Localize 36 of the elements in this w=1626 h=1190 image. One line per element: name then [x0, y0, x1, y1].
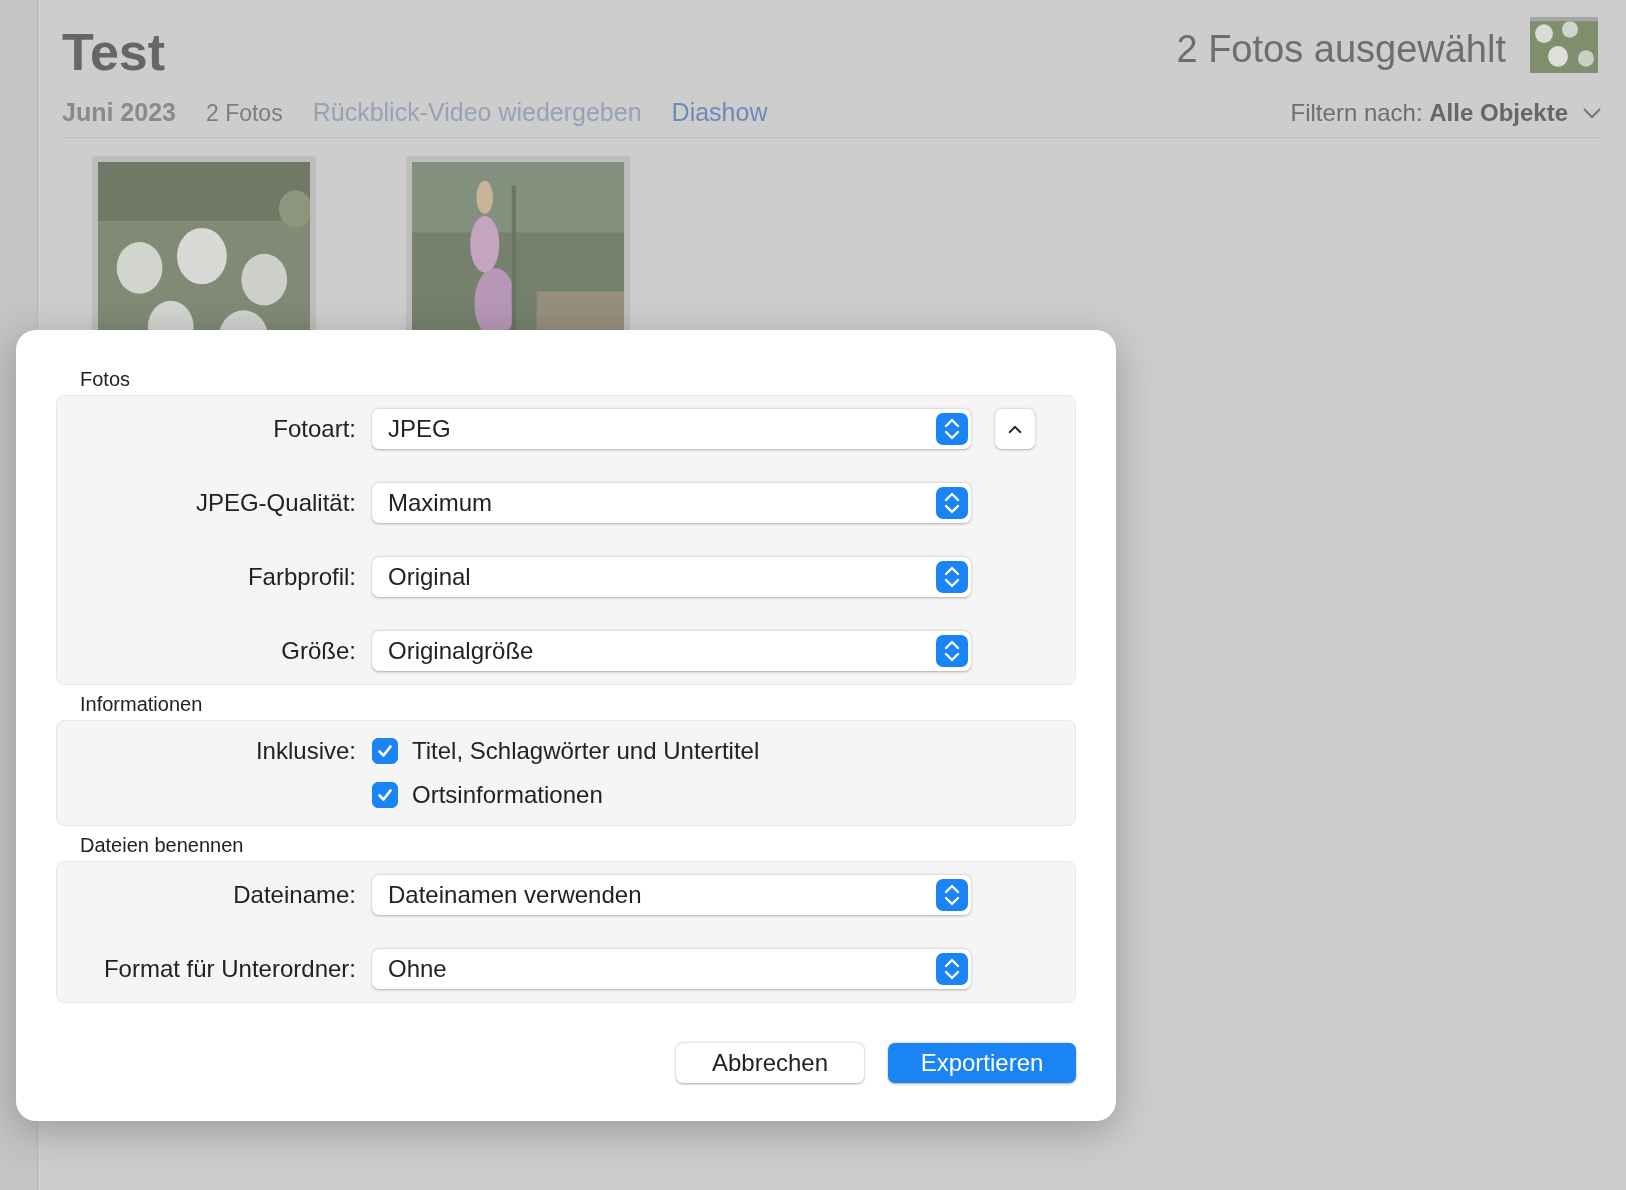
cancel-button[interactable]: Abbrechen [676, 1043, 864, 1083]
export-button[interactable]: Exportieren [888, 1043, 1076, 1083]
section-title: Informationen [79, 693, 204, 716]
section-title: Fotos [79, 368, 132, 391]
selection-count: 2 Fotos ausgewählt [1176, 28, 1506, 71]
popup-select[interactable]: Original [372, 557, 971, 597]
stepper-icon [936, 879, 968, 911]
filter-dropdown[interactable]: Filtern nach: Alle Objekte [1290, 98, 1602, 127]
checkbox-label[interactable]: Ortsinformationen [412, 781, 603, 809]
field-label: JPEG-Qualität: [194, 489, 357, 517]
field-label: Größe: [280, 637, 357, 665]
stepper-icon [936, 635, 968, 667]
album-title: Test [62, 22, 166, 82]
popup-select[interactable]: Originalgröße [372, 631, 971, 671]
field-label: Farbprofil: [246, 563, 357, 591]
field-label: Fotoart: [272, 415, 357, 443]
field-label: Inklusive: [254, 736, 357, 766]
field-label: Dateiname: [232, 881, 357, 909]
collapse-button[interactable] [995, 409, 1035, 449]
date-label: Juni 2023 [62, 98, 176, 127]
checkbox-label[interactable]: Titel, Schlagwörter und Untertitel [412, 737, 760, 765]
field-label: Format für Unterordner: [102, 955, 357, 983]
popup-select[interactable]: JPEG [372, 409, 971, 449]
chevron-up-icon [1008, 424, 1022, 434]
stepper-icon [936, 487, 968, 519]
popup-select[interactable]: Ohne [372, 949, 971, 989]
checkbox[interactable] [372, 738, 398, 764]
stepper-icon [936, 561, 968, 593]
photo-count: 2 Fotos [205, 100, 283, 127]
popup-select[interactable]: Maximum [372, 483, 971, 523]
chevron-down-icon [1582, 106, 1602, 119]
popup-select[interactable]: Dateinamen verwenden [372, 875, 971, 915]
stepper-icon [936, 953, 968, 985]
stepper-icon [936, 413, 968, 445]
section-title: Dateien benennen [79, 834, 245, 857]
checkbox[interactable] [372, 782, 398, 808]
